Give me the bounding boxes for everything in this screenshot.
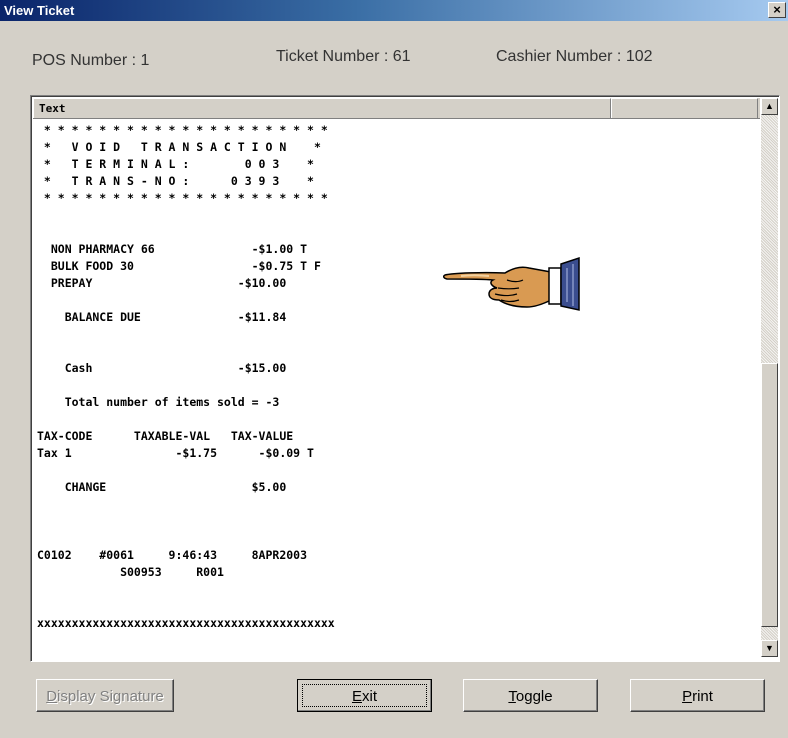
receipt-line: Cash -$15.00 xyxy=(37,361,287,375)
ticket-number-label: Ticket Number : 61 xyxy=(276,48,411,65)
receipt-line: xxxxxxxxxxxxxxxxxxxxxxxxxxxxxxxxxxxxxxxx… xyxy=(37,616,335,630)
receipt-line: Total number of items sold = -3 xyxy=(37,395,280,409)
display-signature-mnemonic: D xyxy=(46,688,58,705)
column-header-2[interactable] xyxy=(611,98,758,118)
display-signature-button[interactable]: Display Signature xyxy=(36,679,174,712)
receipt-line: C0102 #0061 9:46:43 8APR2003 xyxy=(37,548,308,562)
receipt-line xyxy=(37,207,335,224)
exit-focus-rect xyxy=(302,684,427,707)
receipt-text: * * * * * * * * * * * * * * * * * * * * … xyxy=(37,122,335,632)
scroll-down-button[interactable]: ▼ xyxy=(761,640,778,657)
pos-number-label: POS Number : 1 xyxy=(32,52,150,69)
receipt-line xyxy=(37,292,335,309)
receipt-line: Tax 1 -$1.75 -$0.09 T xyxy=(37,446,314,460)
toggle-label: oggle xyxy=(515,688,553,705)
window-title: View Ticket xyxy=(4,3,75,18)
ticket-listview[interactable]: Text * * * * * * * * * * * * * * * * * *… xyxy=(30,95,780,662)
toggle-button[interactable]: Toggle xyxy=(463,679,598,712)
receipt-line: BALANCE DUE -$11.84 xyxy=(37,310,287,324)
receipt-line: BULK FOOD 30 -$0.75 T F xyxy=(37,259,321,273)
column-header-text-label: Text xyxy=(39,102,66,115)
receipt-line xyxy=(37,462,335,479)
cashier-number-label: Cashier Number : 102 xyxy=(496,48,653,65)
receipt-line: * T E R M I N A L : 0 0 3 * xyxy=(37,157,314,171)
pointing-hand-icon xyxy=(443,256,580,311)
receipt-line: NON PHARMACY 66 -$1.00 T xyxy=(37,242,308,256)
receipt-line xyxy=(37,377,335,394)
receipt-line: * * * * * * * * * * * * * * * * * * * * … xyxy=(37,123,328,137)
receipt-line: CHANGE $5.00 xyxy=(37,480,287,494)
column-header-row: Text xyxy=(33,98,760,119)
view-ticket-window: View Ticket × POS Number : 1 Ticket Numb… xyxy=(0,0,788,738)
scroll-up-button[interactable]: ▲ xyxy=(761,98,778,115)
receipt-line xyxy=(37,326,335,343)
receipt-line: * V O I D T R A N S A C T I O N * xyxy=(37,140,321,154)
receipt-line xyxy=(37,513,335,530)
receipt-line xyxy=(37,496,335,513)
receipt-line xyxy=(37,598,335,615)
receipt-line xyxy=(37,581,335,598)
close-button[interactable]: × xyxy=(768,2,786,18)
exit-button[interactable]: Exit xyxy=(297,679,432,712)
vertical-scrollbar[interactable]: ▲ ▼ xyxy=(761,98,778,657)
toggle-mnemonic: T xyxy=(508,688,516,705)
print-button[interactable]: Print xyxy=(630,679,765,712)
print-mnemonic: P xyxy=(682,688,693,705)
scroll-thumb[interactable] xyxy=(761,363,778,627)
receipt-line: * * * * * * * * * * * * * * * * * * * * … xyxy=(37,191,328,205)
receipt-line: TAX-CODE TAXABLE-VAL TAX-VALUE xyxy=(37,429,294,443)
title-bar[interactable]: View Ticket × xyxy=(0,0,788,21)
receipt-line xyxy=(37,343,335,360)
display-signature-label: isplay Signature xyxy=(57,688,164,705)
receipt-line: * T R A N S - N O : 0 3 9 3 * xyxy=(37,174,314,188)
column-header-text[interactable]: Text xyxy=(33,98,611,118)
receipt-line xyxy=(37,411,335,428)
receipt-line: PREPAY -$10.00 xyxy=(37,276,287,290)
receipt-line: S00953 R001 xyxy=(37,565,224,579)
print-label: rint xyxy=(692,688,713,705)
receipt-line xyxy=(37,224,335,241)
receipt-line xyxy=(37,530,335,547)
